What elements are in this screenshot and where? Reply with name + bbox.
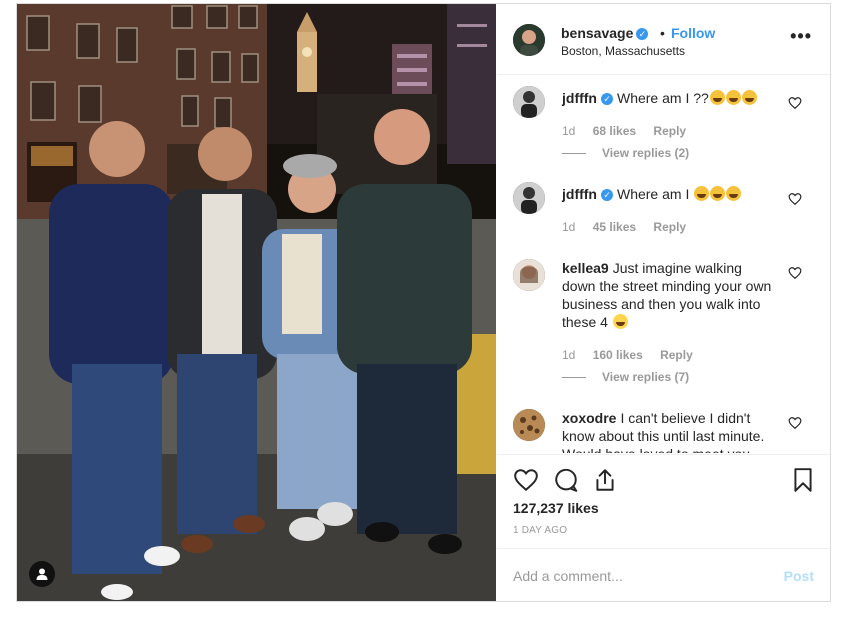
follow-button[interactable]: Follow — [671, 25, 715, 41]
comment-username[interactable]: xoxodre — [562, 410, 616, 426]
comments-list[interactable]: jdfffn ✓ Where am I ?? 1d 68 likes Reply V… — [497, 75, 830, 453]
avatar-image — [513, 409, 545, 441]
comment-like-heart-icon[interactable] — [788, 416, 802, 430]
share-icon[interactable] — [592, 467, 618, 493]
comment-likes[interactable]: 160 likes — [593, 348, 643, 362]
rofl-emoji-icon — [725, 90, 741, 105]
bookmark-icon[interactable] — [790, 467, 816, 493]
heart-icon[interactable] — [513, 467, 539, 493]
rofl-emoji-icon — [709, 90, 725, 105]
avatar-image — [513, 24, 545, 56]
avatar-image — [513, 86, 545, 118]
post-sidebar: bensavage ✓ • Follow Boston, Massachusett… — [497, 4, 830, 601]
reply-button[interactable]: Reply — [660, 348, 693, 362]
commenter-avatar[interactable] — [513, 409, 545, 441]
post-comment-button[interactable]: Post — [784, 568, 814, 584]
comment-body: Where am I — [616, 186, 690, 202]
rofl-emoji-icon — [694, 186, 710, 201]
post-location[interactable]: Boston, Massachusetts — [561, 44, 685, 58]
commenter-avatar[interactable] — [513, 259, 545, 291]
screaming-face-emoji-icon — [612, 314, 628, 329]
view-replies-label[interactable]: View replies (7) — [602, 370, 689, 384]
comment-likes[interactable]: 68 likes — [593, 124, 636, 138]
more-options-icon[interactable]: ••• — [790, 27, 812, 45]
comment-meta: 1d 45 likes Reply — [562, 220, 700, 234]
comment-icon[interactable] — [553, 467, 579, 493]
author-username[interactable]: bensavage ✓ — [561, 25, 649, 41]
comment-meta: 1d 68 likes Reply — [562, 124, 700, 138]
comment-text: kellea9 Just imagine walking down the str… — [562, 259, 777, 331]
separator-dot: • — [660, 25, 665, 41]
replies-divider — [562, 153, 586, 155]
author-username-text[interactable]: bensavage — [561, 25, 633, 41]
comment-like-heart-icon[interactable] — [788, 96, 802, 110]
comment-text: jdfffn ✓ Where am I — [562, 185, 782, 203]
photo-scene — [17, 4, 496, 601]
rofl-emoji-icon — [741, 90, 757, 105]
user-tag-button[interactable] — [29, 561, 55, 587]
comment-body: Where am I ?? — [616, 90, 709, 106]
avatar-image — [513, 182, 545, 214]
verified-badge-icon: ✓ — [636, 28, 649, 41]
avatar-image — [513, 259, 545, 291]
post-time[interactable]: 1 DAY AGO — [513, 525, 567, 536]
comment-age[interactable]: 1d — [562, 220, 575, 234]
instagram-post: bensavage ✓ • Follow Boston, Massachusett… — [16, 3, 831, 602]
comment-username[interactable]: jdfffn — [562, 186, 597, 202]
comment-age[interactable]: 1d — [562, 348, 575, 362]
replies-divider — [562, 377, 586, 379]
comment-age[interactable]: 1d — [562, 124, 575, 138]
comment-username[interactable]: kellea9 — [562, 260, 609, 276]
comment-username[interactable]: jdfffn — [562, 90, 597, 106]
author-avatar[interactable] — [513, 24, 545, 56]
comment-text: jdfffn ✓ Where am I ?? — [562, 89, 782, 107]
verified-badge-icon: ✓ — [600, 189, 613, 202]
view-replies-label[interactable]: View replies (2) — [602, 146, 689, 160]
rofl-emoji-icon — [726, 186, 742, 201]
add-comment-bar: Add a comment... Post — [497, 548, 830, 601]
reply-button[interactable]: Reply — [653, 220, 686, 234]
commenter-avatar[interactable] — [513, 182, 545, 214]
post-photo[interactable] — [17, 4, 496, 601]
user-tag-icon — [36, 568, 48, 580]
post-header: bensavage ✓ • Follow Boston, Massachusett… — [497, 4, 830, 75]
comment-like-heart-icon[interactable] — [788, 266, 802, 280]
reply-button[interactable]: Reply — [653, 124, 686, 138]
comment-like-heart-icon[interactable] — [788, 192, 802, 206]
comment-likes[interactable]: 45 likes — [593, 220, 636, 234]
comment-text: xoxodre I can't believe I didn't know abo… — [562, 409, 777, 453]
rofl-emoji-icon — [710, 186, 726, 201]
add-comment-input[interactable]: Add a comment... — [513, 568, 623, 584]
comment-meta: 1d 160 likes Reply — [562, 348, 707, 362]
view-replies-button[interactable]: View replies (7) — [562, 370, 689, 384]
likes-count[interactable]: 127,237 likes — [513, 500, 599, 516]
verified-badge-icon: ✓ — [600, 93, 613, 106]
view-replies-button[interactable]: View replies (2) — [562, 146, 689, 160]
commenter-avatar[interactable] — [513, 86, 545, 118]
